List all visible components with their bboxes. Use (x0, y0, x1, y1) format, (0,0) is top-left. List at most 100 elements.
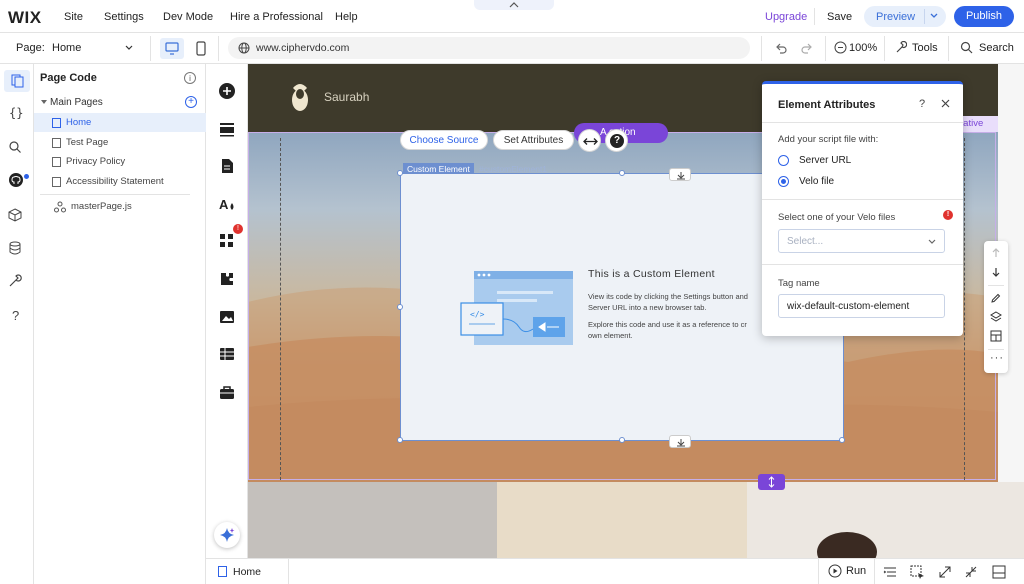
menu-site[interactable]: Site (64, 11, 83, 23)
preview-button[interactable]: Preview (864, 6, 946, 27)
run-label: Run (846, 565, 867, 577)
info-icon[interactable]: i (184, 72, 196, 84)
menu-dev-mode[interactable]: Dev Mode (163, 11, 213, 23)
file-icon (218, 566, 227, 577)
page-select-value[interactable]: Home (52, 42, 81, 54)
help-button[interactable]: ? (605, 129, 628, 152)
pages-icon[interactable] (218, 157, 236, 175)
chevron-down-icon[interactable] (124, 43, 134, 53)
more-icon[interactable]: ··· (990, 352, 1004, 364)
add-plus-icon[interactable] (218, 82, 236, 100)
resize-handle[interactable] (839, 437, 845, 443)
panel-title: Page Code (40, 72, 97, 84)
select-placeholder: Select... (787, 236, 824, 247)
set-attributes-button[interactable]: Set Attributes (493, 130, 574, 150)
arrow-up-icon[interactable] (990, 247, 1002, 259)
help-icon: ? (610, 134, 624, 148)
collapse-diagonal-icon[interactable] (964, 565, 978, 579)
menu-help[interactable]: Help (335, 11, 358, 23)
tag-name-label: Tag name (778, 278, 820, 289)
stretch-bottom-button[interactable] (669, 435, 691, 448)
velo-files-label: Select one of your Velo files (778, 212, 896, 223)
server-url-radio[interactable] (778, 155, 789, 166)
upgrade-link[interactable]: Upgrade (765, 11, 807, 23)
gallery-image-2[interactable] (497, 482, 747, 558)
portfolio-briefcase-icon[interactable] (218, 384, 236, 402)
package-icon[interactable] (8, 208, 26, 226)
cms-table-icon[interactable] (218, 345, 236, 363)
arrow-down-icon[interactable] (990, 266, 1002, 278)
tag-name-input[interactable]: wix-default-custom-element (778, 294, 945, 318)
server-url-label[interactable]: Server URL (799, 155, 851, 166)
media-icon[interactable] (218, 308, 236, 326)
divider (762, 122, 963, 123)
divider (150, 36, 151, 61)
open-file-tab[interactable]: Home (233, 566, 261, 578)
collapse-topbar-button[interactable] (474, 0, 554, 10)
resize-handle[interactable] (619, 437, 625, 443)
desktop-view-button[interactable] (160, 38, 184, 59)
site-url-bar[interactable]: www.ciphervdo.com (228, 37, 750, 59)
save-button[interactable]: Save (827, 11, 852, 23)
master-page-icon (54, 201, 66, 213)
apps-icon[interactable] (218, 232, 236, 250)
resize-handle[interactable] (397, 304, 403, 310)
page-item-accessibility[interactable]: Accessibility Statement (34, 172, 206, 191)
stretch-button[interactable] (578, 129, 601, 152)
design-icon[interactable]: A (218, 195, 236, 213)
mobile-view-button[interactable] (192, 38, 210, 59)
code-braces-icon[interactable]: {} (9, 106, 27, 124)
page-item-test[interactable]: Test Page (34, 133, 206, 152)
menu-settings[interactable]: Settings (104, 11, 144, 23)
select-element-icon[interactable] (910, 565, 925, 580)
panel-layout-icon[interactable] (992, 565, 1006, 579)
help-icon[interactable]: ? (12, 308, 30, 326)
master-page-file[interactable]: masterPage.js (34, 197, 206, 216)
zoom-out-icon (834, 41, 847, 54)
expand-diagonal-icon[interactable] (938, 565, 952, 579)
close-button[interactable] (940, 96, 952, 110)
site-logo[interactable] (290, 82, 310, 112)
file-icon (52, 177, 61, 187)
second-section[interactable] (248, 482, 1024, 558)
stretch-top-button[interactable] (669, 168, 691, 181)
page-item-privacy[interactable]: Privacy Policy (34, 152, 206, 171)
database-icon[interactable] (8, 241, 26, 259)
business-puzzle-icon[interactable] (218, 270, 236, 288)
page-item-home[interactable]: Home (34, 113, 206, 132)
collapse-triangle-icon[interactable] (40, 98, 48, 106)
gallery-image-subject (817, 532, 877, 558)
main-pages-section[interactable]: Main Pages (50, 97, 103, 108)
pencil-icon[interactable] (990, 292, 1002, 304)
format-code-icon[interactable] (883, 566, 897, 579)
section-resize-handle[interactable] (758, 474, 785, 490)
chevron-down-icon (928, 239, 936, 244)
tools-icon[interactable] (8, 274, 26, 292)
wix-logo[interactable]: WIX (8, 8, 42, 28)
page-code-tab[interactable] (4, 70, 30, 92)
resize-handle[interactable] (619, 170, 625, 176)
play-icon (828, 564, 842, 578)
layout-icon[interactable] (990, 330, 1002, 342)
redo-button[interactable] (800, 41, 814, 55)
publish-button[interactable]: Publish (954, 6, 1014, 27)
add-page-icon[interactable]: + (185, 96, 197, 108)
velo-file-radio[interactable] (778, 176, 789, 187)
gallery-image-3[interactable] (747, 482, 1024, 558)
chevron-down-icon[interactable] (929, 11, 939, 21)
velo-file-label[interactable]: Velo file (799, 176, 834, 187)
undo-button[interactable] (774, 41, 788, 55)
resize-handle[interactable] (397, 170, 403, 176)
help-icon[interactable]: ? (919, 98, 925, 110)
site-name[interactable]: Saurabh (324, 90, 369, 104)
layers-icon[interactable] (990, 311, 1002, 323)
resize-handle[interactable] (397, 437, 403, 443)
search-code-icon[interactable] (8, 140, 26, 158)
ai-assistant-button[interactable] (214, 522, 240, 548)
choose-source-button[interactable]: Choose Source (400, 130, 488, 150)
menu-hire-professional[interactable]: Hire a Professional (230, 11, 323, 23)
sections-icon[interactable] (218, 120, 236, 138)
gallery-image-1[interactable] (248, 482, 497, 558)
divider (948, 36, 949, 61)
velo-file-select[interactable]: Select... (778, 229, 945, 253)
